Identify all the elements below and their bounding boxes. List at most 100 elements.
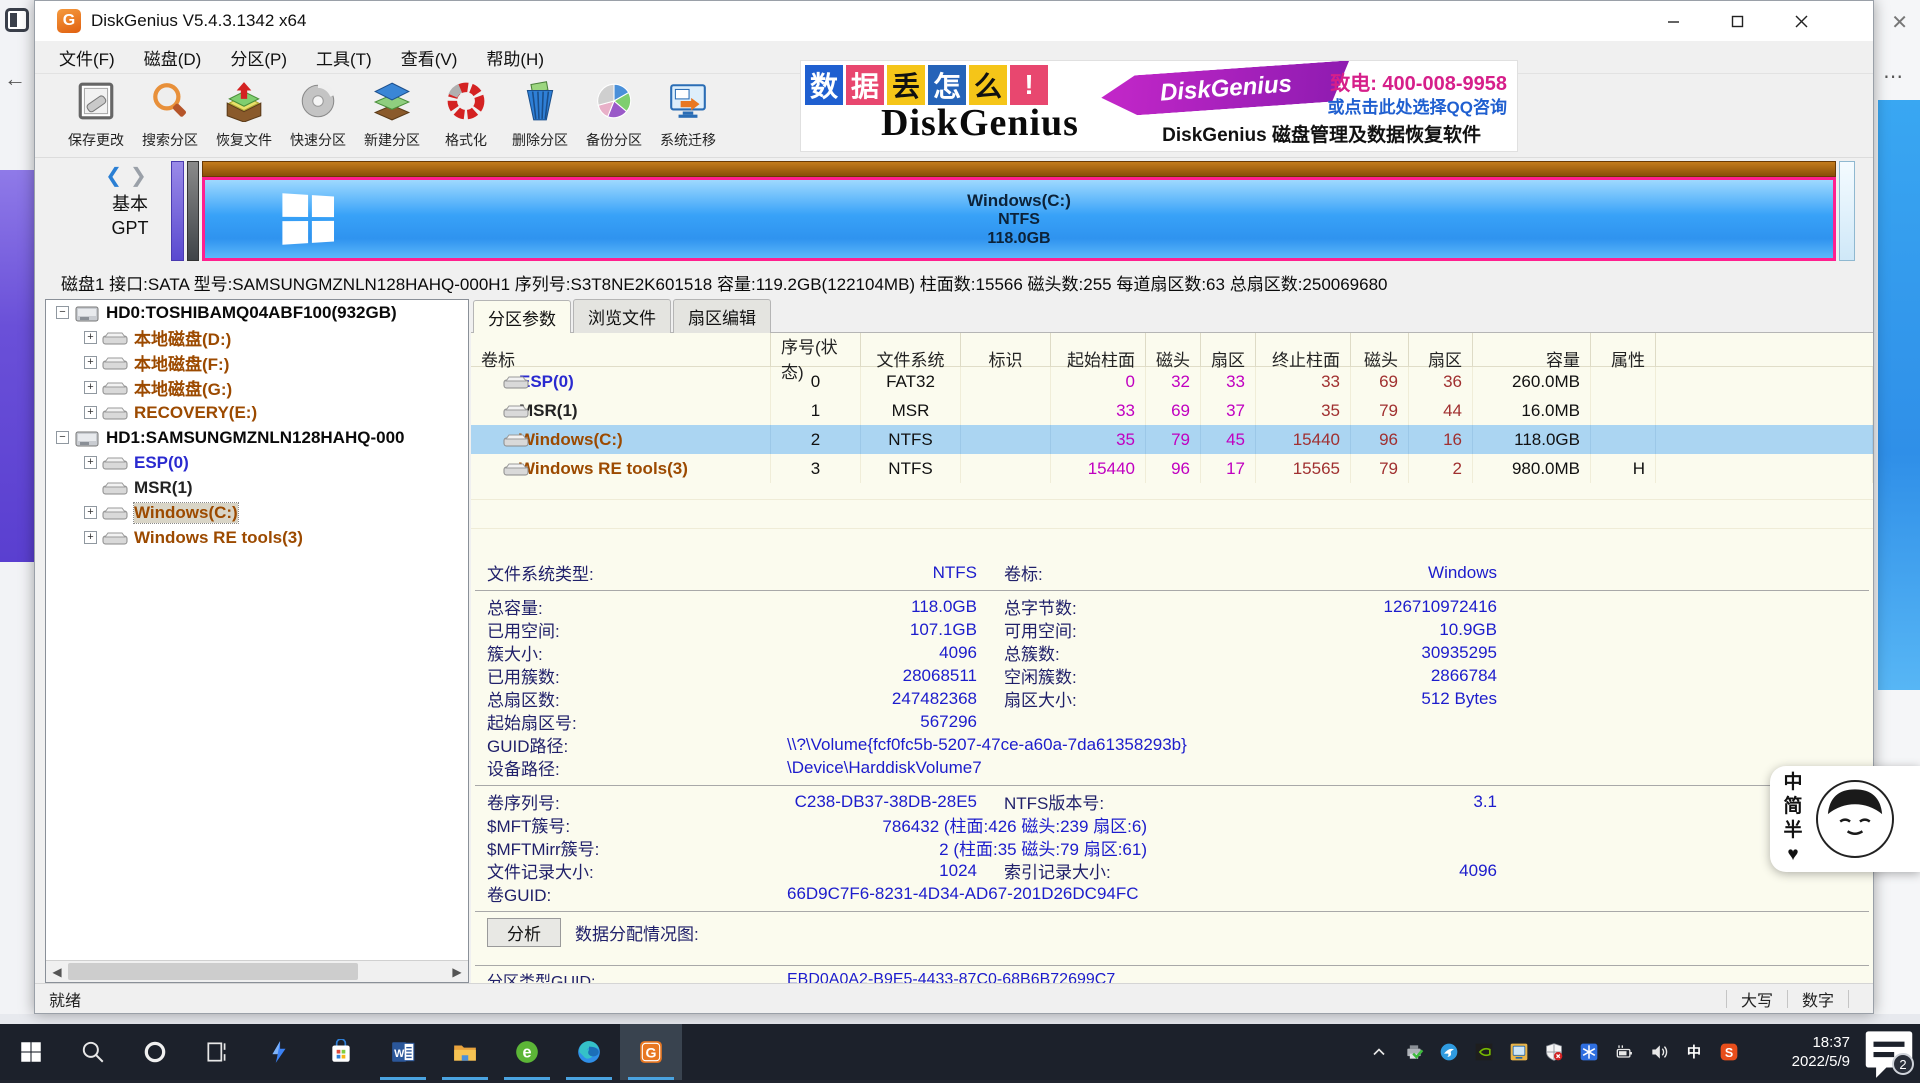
search-icon — [149, 80, 191, 127]
bird-app-icon[interactable] — [1431, 1042, 1466, 1062]
expand-icon[interactable]: + — [84, 406, 97, 419]
detail-value: 30935295 — [1254, 643, 1497, 663]
partition-bar-esp[interactable] — [171, 161, 184, 261]
expand-icon[interactable]: + — [84, 381, 97, 394]
expand-icon[interactable]: + — [84, 331, 97, 344]
next-disk-icon[interactable]: ❯ — [130, 165, 155, 187]
toolbar-save-button[interactable]: 保存更改 — [59, 74, 133, 156]
table-cell: 45 — [1201, 425, 1256, 454]
notification-center-icon[interactable]: 2 — [1858, 1021, 1920, 1083]
chevron-up-icon[interactable] — [1361, 1042, 1396, 1062]
expand-icon[interactable]: + — [84, 531, 97, 544]
table-row-2[interactable]: Windows(C:)2NTFS357945154409616118.0GB — [471, 425, 1873, 454]
toolbar-backup-partition-button[interactable]: 备份分区 — [577, 74, 651, 156]
ime-avatar[interactable] — [1816, 780, 1894, 858]
quick-partition-icon — [297, 80, 339, 127]
scroll-right-icon[interactable]: ▶ — [446, 961, 468, 982]
tab-0[interactable]: 分区参数 — [473, 300, 571, 334]
detail-value: 126710972416 — [1254, 597, 1497, 617]
table-cell: 980.0MB — [1473, 454, 1591, 483]
table-cell — [961, 396, 1051, 425]
printer-icon[interactable] — [1396, 1042, 1431, 1062]
toolbar-recover-files-button[interactable]: 恢复文件 — [207, 74, 281, 156]
tree-item-1[interactable]: +本地磁盘(D:) — [46, 325, 468, 350]
tree-item-8[interactable]: +Windows(C:) — [46, 500, 468, 525]
scroll-left-icon[interactable]: ◀ — [46, 961, 68, 982]
toolbar-format-button[interactable]: 格式化 — [429, 74, 503, 156]
task-view-icon[interactable] — [186, 1024, 248, 1080]
explorer-icon[interactable] — [434, 1024, 496, 1080]
tab-2[interactable]: 扇区编辑 — [673, 299, 771, 333]
expand-icon[interactable]: + — [84, 356, 97, 369]
tree-item-9[interactable]: +Windows RE tools(3) — [46, 525, 468, 550]
menu-item-2[interactable]: 分区(P) — [230, 45, 287, 70]
menu-item-0[interactable]: 文件(F) — [59, 45, 115, 70]
diskgenius-app-icon[interactable]: G — [620, 1024, 682, 1080]
tree-item-6[interactable]: +ESP(0) — [46, 450, 468, 475]
ime-floating-widget[interactable]: 中简半♥ — [1770, 766, 1920, 872]
table-cell: FAT32 — [861, 367, 961, 396]
collapse-icon[interactable]: − — [56, 306, 69, 319]
taskbar-clock[interactable]: 18:37 2022/5/9 — [1754, 1033, 1850, 1071]
word-icon[interactable]: W — [372, 1024, 434, 1080]
drive-icon — [102, 355, 128, 371]
partition-bar-windows-c[interactable]: Windows(C:) NTFS 118.0GB — [202, 177, 1836, 261]
security-shield-icon[interactable] — [1536, 1042, 1571, 1062]
start-icon[interactable] — [0, 1024, 62, 1080]
analyze-button[interactable]: 分析 — [487, 918, 561, 947]
drive-icon — [503, 461, 529, 477]
tree-item-4[interactable]: +RECOVERY(E:) — [46, 400, 468, 425]
speaker-icon[interactable] — [1641, 1042, 1676, 1062]
close-button[interactable] — [1769, 1, 1833, 41]
scrollbar-thumb[interactable] — [68, 963, 358, 980]
table-row-0[interactable]: ESP(0)0FAT3203233336936260.0MB — [471, 367, 1873, 396]
minimize-button[interactable] — [1641, 1, 1705, 41]
e-browser-icon[interactable]: e — [496, 1024, 558, 1080]
table-cell — [1591, 367, 1656, 396]
partition-bar-re-tools[interactable] — [1839, 161, 1855, 261]
store-icon[interactable] — [310, 1024, 372, 1080]
snowflake-icon[interactable] — [1571, 1042, 1606, 1062]
tree-item-7[interactable]: +MSR(1) — [46, 475, 468, 500]
toolbar-delete-partition-button[interactable]: 删除分区 — [503, 74, 577, 156]
tree-horizontal-scrollbar[interactable]: ◀ ▶ — [46, 960, 468, 982]
toolbar-quick-partition-button[interactable]: 快速分区 — [281, 74, 355, 156]
menu-item-5[interactable]: 帮助(H) — [486, 45, 544, 70]
menu-item-4[interactable]: 查看(V) — [401, 45, 458, 70]
tab-1[interactable]: 浏览文件 — [573, 299, 671, 333]
tree-item-2[interactable]: +本地磁盘(F:) — [46, 350, 468, 375]
edge-icon[interactable] — [558, 1024, 620, 1080]
prev-disk-icon[interactable]: ❮ — [105, 165, 130, 187]
banner-logo-text: DiskGenius — [881, 101, 1079, 145]
menu-item-3[interactable]: 工具(T) — [316, 45, 372, 70]
ime-zh-icon[interactable]: 中 — [1676, 1042, 1711, 1062]
maximize-button[interactable] — [1705, 1, 1769, 41]
toolbar-button-label: 系统迁移 — [660, 130, 716, 150]
banner-qq-link[interactable]: 或点击此处选择QQ咨询 — [1328, 93, 1507, 118]
banner-tile: 数 — [805, 65, 843, 105]
sogou-icon[interactable]: S — [1711, 1042, 1746, 1062]
nvidia-icon[interactable] — [1466, 1042, 1501, 1062]
toolbar-new-partition-button[interactable]: 新建分区 — [355, 74, 429, 156]
table-row-3[interactable]: Windows RE tools(3)3NTFS1544096171556579… — [471, 454, 1873, 483]
partition-bar-msr[interactable] — [187, 161, 199, 261]
collapse-icon[interactable]: − — [56, 431, 69, 444]
toolbar-search-button[interactable]: 搜索分区 — [133, 74, 207, 156]
ad-banner[interactable]: 数据丢怎么! DiskGenius DiskGenius 致电: 400-008… — [800, 60, 1518, 152]
table-cell: 36 — [1409, 367, 1473, 396]
lightning-app-icon[interactable] — [248, 1024, 310, 1080]
intel-graphics-icon[interactable] — [1501, 1042, 1536, 1062]
tree-item-3[interactable]: +本地磁盘(G:) — [46, 375, 468, 400]
toolbar-system-migrate-button[interactable]: 系统迁移 — [651, 74, 725, 156]
table-row-1[interactable]: MSR(1)1MSR33693735794416.0MB — [471, 396, 1873, 425]
battery-icon[interactable] — [1606, 1042, 1641, 1062]
tree-item-5[interactable]: −HD1:SAMSUNGMZNLN128HAHQ-000 — [46, 425, 468, 450]
expand-icon[interactable]: + — [84, 456, 97, 469]
cortana-icon[interactable] — [124, 1024, 186, 1080]
tree-item-0[interactable]: −HD0:TOSHIBAMQ04ABF100(932GB) — [46, 300, 468, 325]
taskbar-search-icon[interactable] — [62, 1024, 124, 1080]
expand-icon[interactable]: + — [84, 506, 97, 519]
table-cell: 15440 — [1051, 454, 1146, 483]
menu-item-1[interactable]: 磁盘(D) — [144, 45, 202, 70]
save-icon — [75, 80, 117, 127]
